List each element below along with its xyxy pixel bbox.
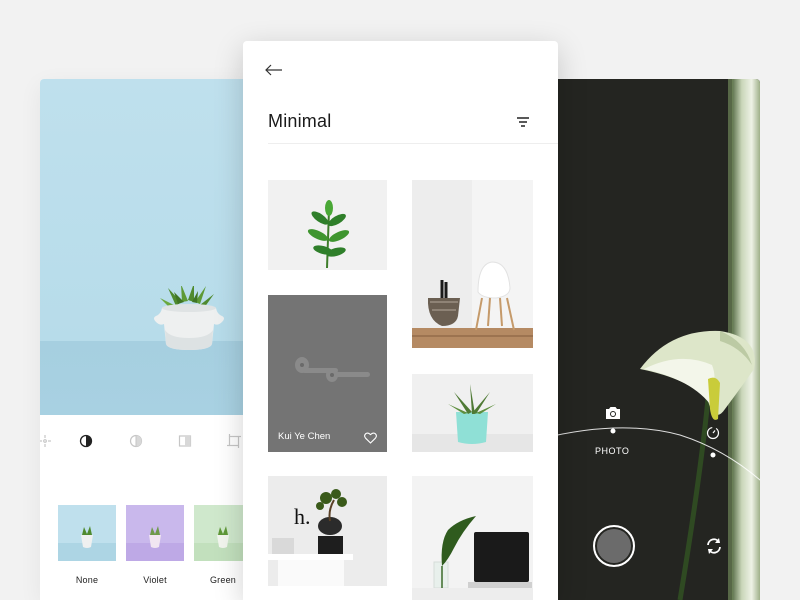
editor-screen: None Violet Green <box>40 79 255 600</box>
filter-option-none[interactable]: None <box>58 505 116 585</box>
editor-toolbar <box>40 427 255 457</box>
arrow-left-icon <box>265 64 282 76</box>
filter-thumbnail <box>58 505 116 561</box>
photo-card-highlighted[interactable]: Kui Ye Chen <box>268 295 387 452</box>
contrast-icon[interactable] <box>78 433 94 449</box>
editor-preview-photo <box>40 79 255 415</box>
shutter-button[interactable] <box>593 525 635 567</box>
filter-label: None <box>75 575 99 585</box>
back-button[interactable] <box>265 61 287 79</box>
half-circle-icon[interactable] <box>128 433 144 449</box>
filter-sort-icon[interactable] <box>515 115 531 129</box>
photo-card[interactable]: h. <box>268 476 387 586</box>
header-divider <box>268 143 558 144</box>
filter-label: Violet <box>143 575 167 585</box>
svg-text:h.: h. <box>294 504 311 529</box>
photo-card[interactable] <box>412 180 533 348</box>
camera-mode-dial[interactable] <box>540 79 760 600</box>
split-icon[interactable] <box>177 433 193 449</box>
camera-icon[interactable] <box>604 406 622 420</box>
crop-icon[interactable] <box>226 433 242 449</box>
sparkle-icon[interactable] <box>40 433 53 449</box>
filter-option-violet[interactable]: Violet <box>126 505 184 585</box>
photo-card[interactable] <box>412 374 533 452</box>
potted-succulent-image <box>154 286 224 350</box>
earbuds-image <box>295 357 370 382</box>
timer-icon[interactable] <box>705 425 721 441</box>
gallery-screen: Minimal Kui Ye Chen h. <box>243 41 558 600</box>
heart-icon[interactable] <box>364 432 377 444</box>
filter-thumbnail <box>126 505 184 561</box>
switch-camera-icon[interactable] <box>704 536 724 556</box>
camera-mode-label[interactable]: PHOTO <box>595 446 629 456</box>
photo-card[interactable] <box>268 180 387 270</box>
camera-screen: PHOTO <box>540 79 760 600</box>
page-title: Minimal <box>268 111 332 131</box>
photo-card[interactable] <box>412 476 533 600</box>
photo-credit: Kui Ye Chen <box>278 431 331 442</box>
